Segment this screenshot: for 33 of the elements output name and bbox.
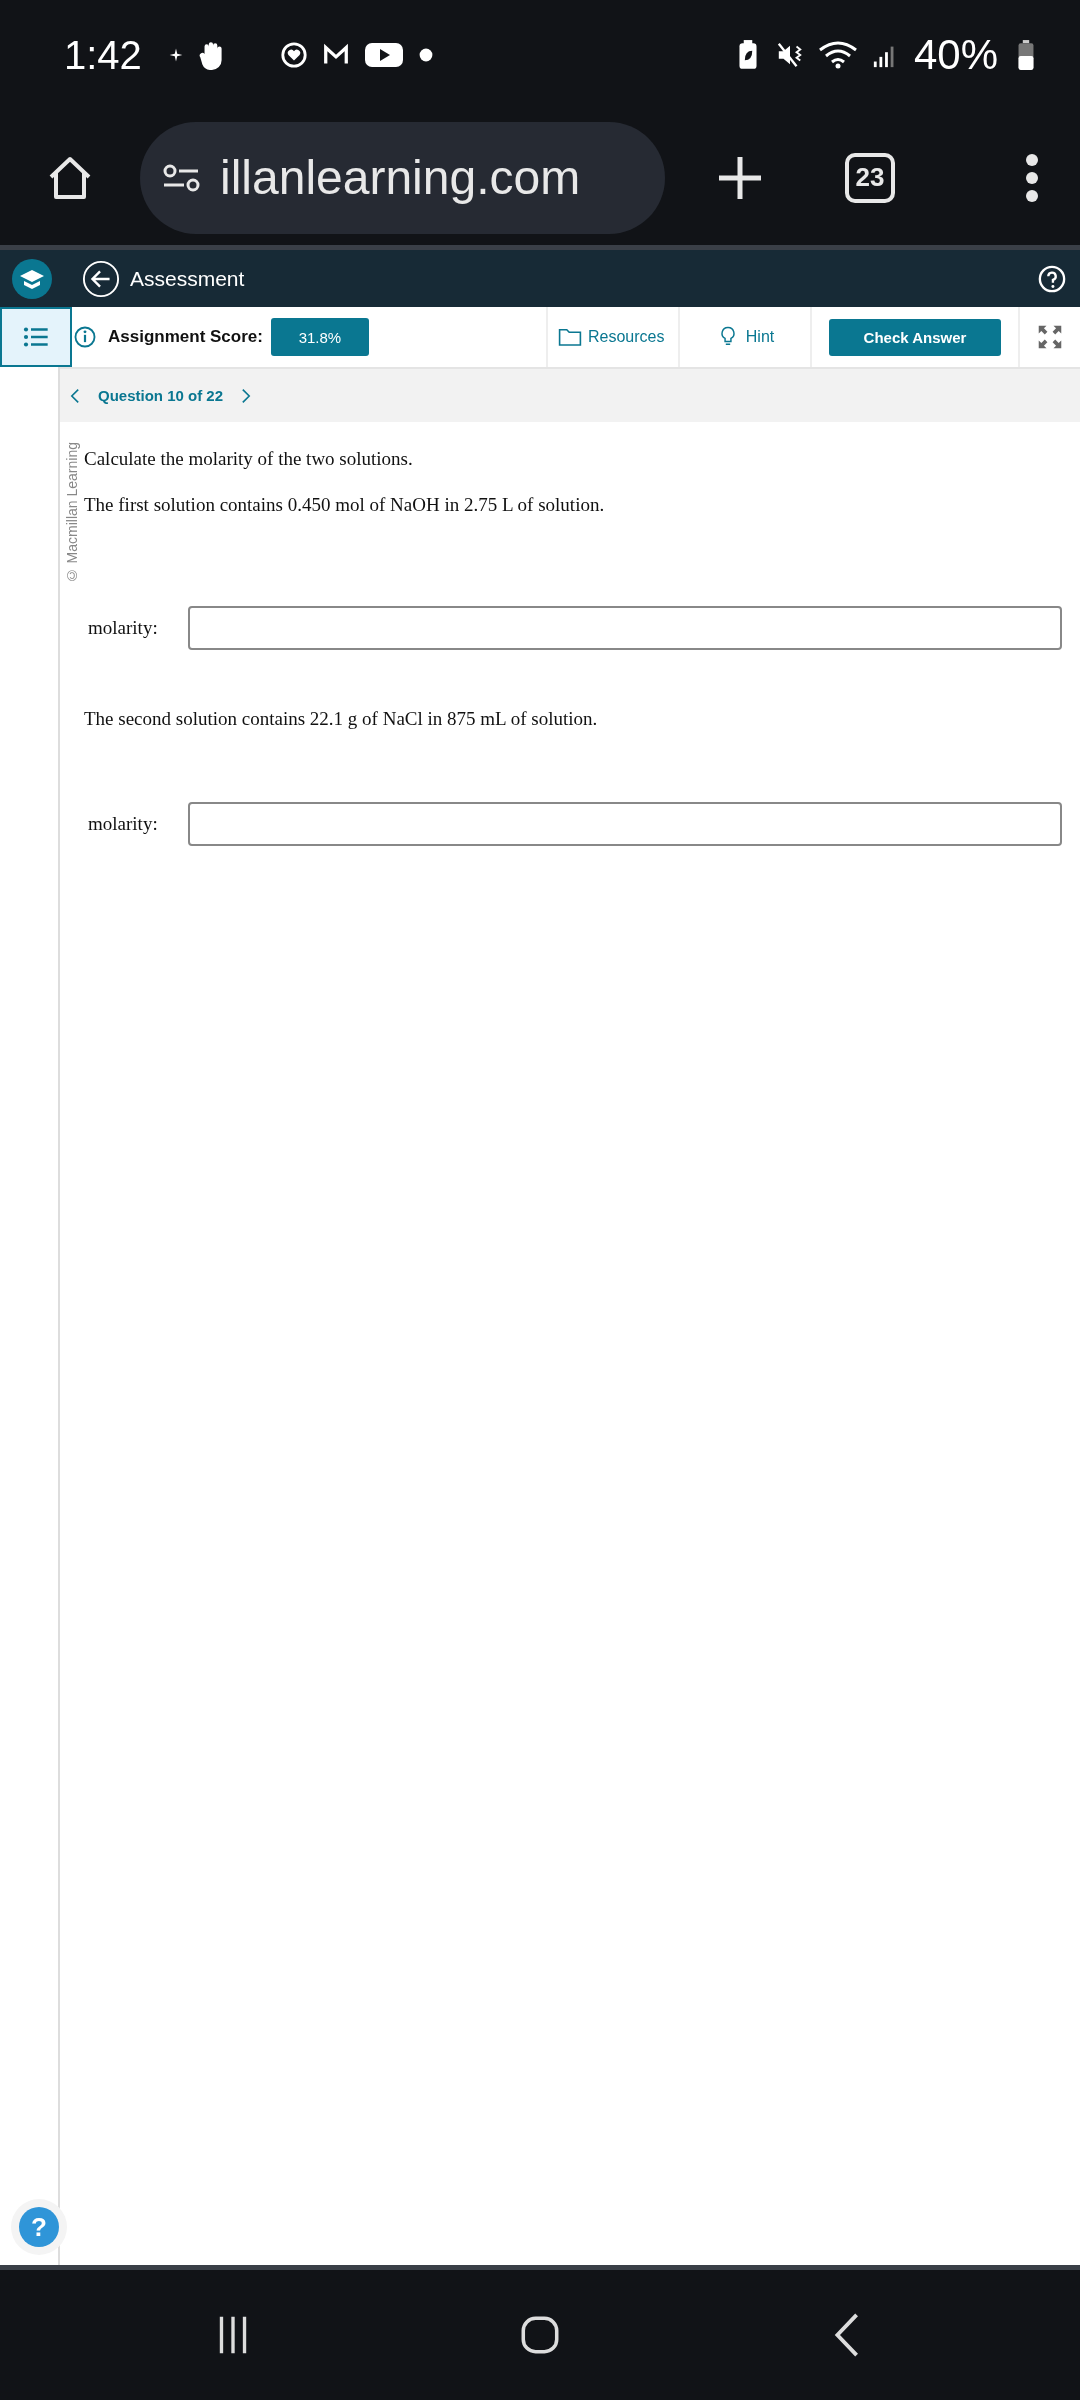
list-icon [23, 327, 49, 347]
battery-percent: 40% [913, 31, 998, 79]
heart-circle-icon [279, 39, 308, 71]
previous-question-icon[interactable] [70, 387, 80, 404]
answer-field[interactable] [188, 802, 1062, 846]
menu-button[interactable] [0, 307, 72, 367]
fullscreen-icon[interactable] [1037, 324, 1063, 350]
clock-time: 1:42 [64, 32, 142, 78]
video-play-icon [363, 40, 404, 70]
address-bar[interactable]: illanlearning.com [140, 121, 665, 234]
field-label: molarity: [87, 617, 159, 639]
url-text: illanlearning.com [220, 150, 581, 205]
copyright-text: © Macmillan Learning [64, 442, 80, 584]
score-badge: 31.8% [270, 318, 369, 356]
more-options-icon[interactable] [1024, 152, 1040, 203]
site-settings-icon[interactable] [162, 162, 202, 193]
info-icon[interactable] [74, 326, 96, 348]
score-label: Assignment Score: [108, 327, 263, 347]
question-text: The first solution contains 0.450 mol of NaOH in 2.75 L of solution. [84, 494, 606, 516]
folder-icon [558, 326, 582, 348]
tab-count-button[interactable]: 23 [845, 152, 895, 203]
field-label: molarity: [87, 813, 159, 835]
help-icon[interactable] [1038, 264, 1066, 293]
next-question-icon[interactable] [241, 387, 252, 404]
check-answer-button[interactable]: Check Answer [829, 318, 1001, 356]
dot-icon [417, 47, 434, 63]
question-counter: Question 10 of 22 [98, 387, 224, 404]
wifi-icon [817, 40, 858, 70]
header-title: Assessment [130, 266, 245, 291]
graduation-cap-icon [12, 258, 52, 299]
question-text: The second solution contains 22.1 g of NaCl in 875 mL of solution. [84, 708, 599, 730]
answer-field[interactable] [188, 606, 1062, 650]
question-prompt: Calculate the molarity of the two solutions. [84, 448, 414, 470]
